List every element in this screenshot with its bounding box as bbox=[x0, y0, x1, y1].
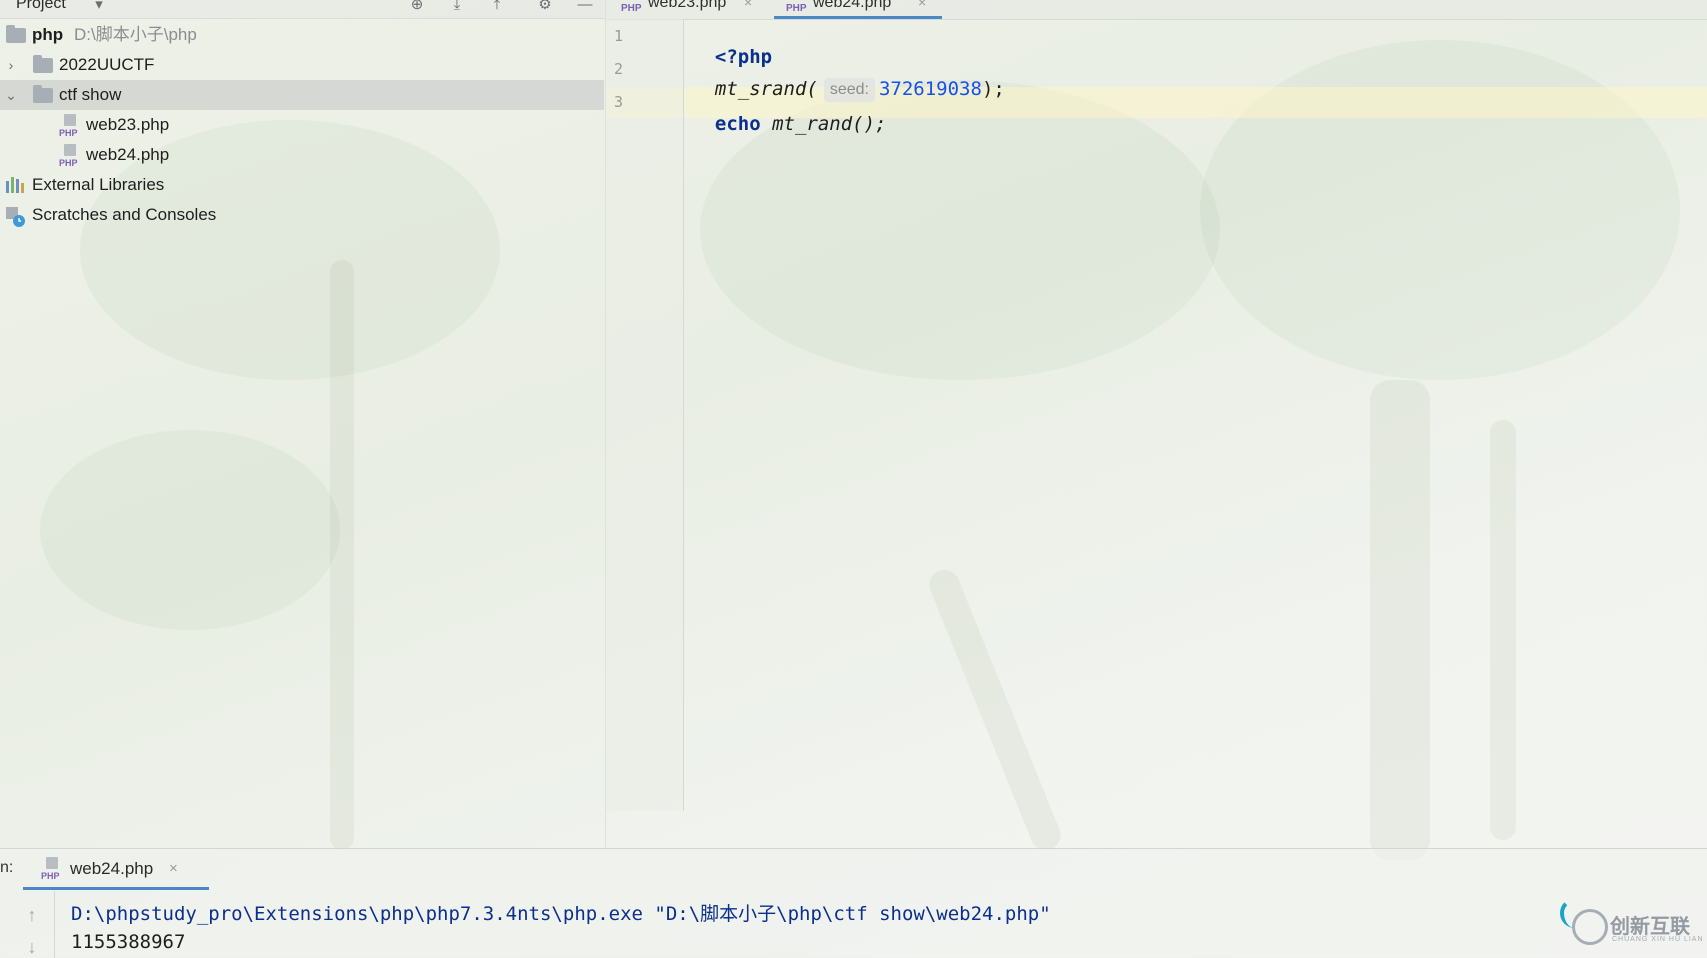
watermark-text: 创新互联 bbox=[1610, 916, 1690, 938]
libraries-icon bbox=[6, 177, 26, 193]
scroll-up-arrow-icon[interactable]: ↑ bbox=[22, 905, 42, 925]
editor-tab-bar: PHP web23.php × PHP web24.php × bbox=[606, 0, 1707, 20]
logo-emblem-icon bbox=[1572, 909, 1608, 945]
php-file-icon: PHP bbox=[59, 114, 83, 138]
collapse-all-icon[interactable]: ⤒ bbox=[488, 0, 506, 14]
project-view-selector[interactable]: Project bbox=[16, 0, 66, 13]
console-output: 1155388967 bbox=[71, 931, 186, 953]
tab-web23[interactable]: PHP web23.php × bbox=[621, 0, 761, 18]
project-header: Project ▾ ⊕ ⤓ ⤒ ⚙ — bbox=[0, 0, 605, 19]
tree-item-label: 2022UUCTF bbox=[59, 55, 155, 74]
code-line-3[interactable]: echo mt_rand(); bbox=[692, 91, 887, 135]
tree-item-2022uuctf[interactable]: › 2022UUCTF bbox=[0, 50, 604, 80]
watermark-subtext: CHUANG XIN HU LIAN bbox=[1612, 936, 1704, 943]
view-dropdown-icon[interactable]: ▾ bbox=[90, 0, 108, 14]
hide-panel-icon[interactable]: — bbox=[576, 0, 594, 14]
scroll-down-arrow-icon[interactable]: ↓ bbox=[22, 937, 42, 957]
php-file-icon: PHP bbox=[621, 3, 642, 14]
folder-icon bbox=[6, 25, 26, 43]
close-icon[interactable]: × bbox=[744, 0, 752, 10]
tab-label: web23.php bbox=[648, 0, 727, 11]
tree-item-label: External Libraries bbox=[32, 175, 165, 194]
project-tool-window: Project ▾ ⊕ ⤓ ⤒ ⚙ — php D:\脚本小子\php › 20… bbox=[0, 0, 606, 848]
tree-item-label: Scratches and Consoles bbox=[32, 205, 217, 224]
php-file-icon: PHP bbox=[59, 144, 83, 168]
run-toolbar: ↑ ↓ bbox=[0, 891, 55, 958]
number-literal: 372619038 bbox=[878, 78, 982, 100]
console-command: D:\phpstudy_pro\Extensions\php\php7.3.4n… bbox=[71, 903, 1051, 925]
code-punctuation: ); bbox=[981, 78, 1005, 100]
folder-icon bbox=[33, 55, 53, 73]
run-tab-label: web24.php bbox=[70, 859, 154, 878]
tree-item-php-root[interactable]: php D:\脚本小子\php bbox=[0, 20, 604, 50]
line-number: 3 bbox=[614, 93, 624, 111]
tree-item-external-libraries[interactable]: External Libraries bbox=[0, 170, 604, 200]
tree-item-label: web24.php bbox=[86, 145, 170, 164]
scratches-icon bbox=[6, 207, 26, 227]
line-number-gutter: 1 2 3 bbox=[606, 19, 684, 811]
keyword: echo bbox=[714, 113, 761, 135]
close-icon[interactable]: × bbox=[169, 860, 178, 877]
tree-item-label: ctf show bbox=[59, 85, 122, 104]
close-icon[interactable]: × bbox=[918, 0, 926, 10]
folder-icon bbox=[33, 85, 53, 103]
run-panel-title: n: bbox=[0, 859, 14, 876]
tab-label: web24.php bbox=[813, 0, 892, 11]
chevron-right-icon[interactable]: › bbox=[4, 50, 18, 80]
chevron-down-icon[interactable]: ⌄ bbox=[4, 80, 18, 110]
tree-item-label: web23.php bbox=[86, 115, 170, 134]
tree-item-ctf-show[interactable]: ⌄ ctf show bbox=[0, 80, 604, 110]
expand-all-icon[interactable]: ⤓ bbox=[448, 0, 466, 14]
active-tab-indicator bbox=[774, 16, 942, 19]
function-call: mt_rand(); bbox=[760, 113, 887, 135]
php-file-icon: PHP bbox=[41, 857, 65, 881]
tree-item-web24[interactable]: PHP web24.php bbox=[0, 140, 604, 170]
locate-file-icon[interactable]: ⊕ bbox=[408, 0, 426, 14]
settings-gear-icon[interactable]: ⚙ bbox=[536, 0, 554, 14]
line-number: 2 bbox=[614, 60, 624, 78]
active-tab-indicator bbox=[23, 887, 209, 890]
tree-item-web23[interactable]: PHP web23.php bbox=[0, 110, 604, 140]
run-tool-window: n: PHP web24.php × ↑ ↓ D:\phpstudy_pro\E… bbox=[0, 848, 1707, 958]
tree-item-scratches[interactable]: Scratches and Consoles bbox=[0, 200, 604, 230]
tab-web24[interactable]: PHP web24.php × bbox=[774, 0, 942, 19]
run-tab-bar: n: PHP web24.php × bbox=[0, 849, 1707, 890]
watermark-logo: 创新互联 CHUANG XIN HU LIAN bbox=[1560, 892, 1707, 957]
tree-item-path: D:\脚本小子\php bbox=[74, 25, 197, 44]
php-file-icon: PHP bbox=[786, 3, 807, 14]
line-number: 1 bbox=[614, 27, 624, 45]
tree-item-label: php bbox=[32, 25, 64, 44]
